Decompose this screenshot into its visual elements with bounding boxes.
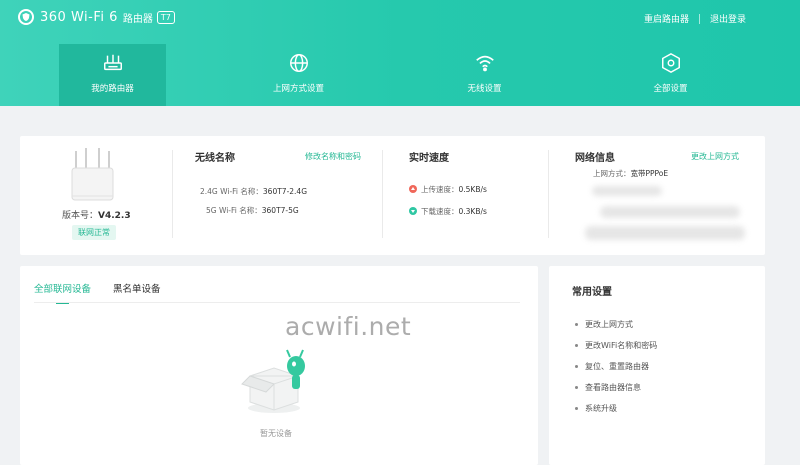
brand: 360 Wi-Fi 6 路由器 T7 [18,9,175,25]
nav-label: 全部设置 [653,84,688,94]
quick-link-router-info[interactable]: 查看路由器信息 [575,382,641,393]
reboot-link[interactable]: 重启路由器 [644,12,689,25]
redacted-info [600,206,740,218]
watermark: acwifi.net [285,312,412,341]
version-value: V4.2.3 [98,211,131,221]
edit-wifi-link[interactable]: 修改名称和密码 [305,151,361,162]
redacted-info [585,226,745,240]
divider [382,150,383,238]
nav-my-router[interactable]: 我的路由器 [59,44,166,106]
network-title: 网络信息 [575,153,615,164]
change-internet-link[interactable]: 更改上网方式 [691,151,739,162]
internet-mode: 上网方式：宽带PPPoE [593,169,669,178]
top-links: 重启路由器 退出登录 [644,12,746,25]
quick-link-upgrade[interactable]: 系统升级 [575,403,617,414]
nav-internet-setup[interactable]: 上网方式设置 [245,44,352,106]
firmware-version: 版本号：V4.2.3 [62,211,131,221]
upload-value: 0.5KB/s [458,185,487,194]
divider [698,13,700,24]
download-speed: 下载速度：0.3KB/s [409,206,487,217]
empty-box-illustration [241,349,305,413]
upload-arrow-icon [409,185,417,193]
wifi-icon [475,55,494,72]
speed-title: 实时速度 [409,153,449,164]
divider [548,150,549,238]
brand-title: 360 Wi-Fi 6 [40,9,118,25]
download-arrow-icon [409,207,417,215]
divider [34,302,520,303]
globe-icon [289,54,308,72]
quick-settings-title: 常用设置 [572,287,612,298]
quick-link-change-internet[interactable]: 更改上网方式 [575,319,633,330]
wifi-24g-line: 2.4G Wi-Fi 名称：360T7-2.4G [200,187,308,196]
nav-wireless-setup[interactable]: 无线设置 [431,44,538,106]
main-nav: 我的路由器 上网方式设置 无线设置 全部设置 [0,44,800,106]
shield-logo-icon [18,9,34,25]
logout-link[interactable]: 退出登录 [710,12,746,25]
empty-state-text: 暂无设备 [260,429,292,438]
tab-blacklist[interactable]: 黑名单设备 [113,281,161,295]
nav-label: 我的路由器 [91,84,134,94]
wifi-5g-line: 5G Wi-Fi 名称：360T7-5G [206,206,299,215]
wifi-24g-name: 360T7-2.4G [262,187,308,196]
router-image [71,148,114,201]
redacted-info [592,186,662,196]
nav-label: 无线设置 [467,84,502,94]
hexagon-settings-icon [661,52,680,74]
divider [172,150,173,238]
connection-status-badge: 联网正常 [72,225,116,240]
nav-all-settings[interactable]: 全部设置 [617,44,724,106]
router-icon [103,54,122,71]
tab-all-devices[interactable]: 全部联网设备 [34,281,91,304]
upload-speed: 上传速度：0.5KB/s [409,184,487,195]
wifi-5g-name: 360T7-5G [261,206,299,215]
internet-mode-value: 宽带PPPoE [630,169,669,178]
top-header: 360 Wi-Fi 6 路由器 T7 重启路由器 退出登录 我的路由器 上网方式… [0,0,800,106]
wireless-title: 无线名称 [195,153,235,164]
nav-label: 上网方式设置 [272,84,324,94]
brand-subtitle: 路由器 [122,13,153,25]
model-badge: T7 [156,10,175,24]
quick-link-change-wifi[interactable]: 更改WiFi名称和密码 [574,340,657,351]
quick-link-reset[interactable]: 复位、重置路由器 [575,361,649,372]
download-value: 0.3KB/s [458,207,487,216]
